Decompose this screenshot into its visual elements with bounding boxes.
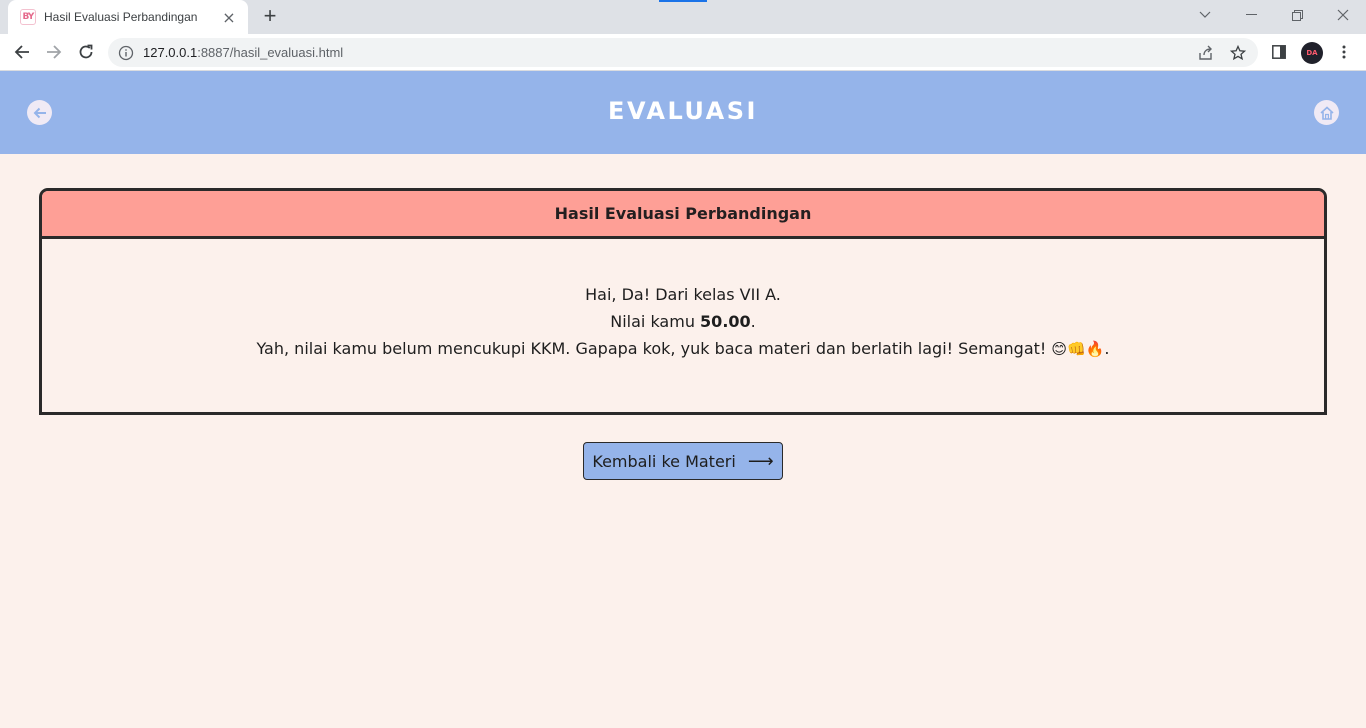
browser-toolbar: 127.0.0.1:8887/hasil_evaluasi.html DA [0,34,1366,71]
browser-tab-bar: BY Hasil Evaluasi Perbandingan × + [0,0,1366,34]
tab-indicator [659,0,707,2]
url-path: :8887/hasil_evaluasi.html [197,45,344,60]
feedback-text: Yah, nilai kamu belum mencukupi KKM. Gap… [256,339,1052,358]
feedback-end: . [1104,339,1110,358]
card-body: Hai, Da! Dari kelas VII A. Nilai kamu 50… [42,239,1324,363]
score-value: 50.00 [700,312,751,331]
new-tab-button[interactable]: + [258,5,282,29]
restore-button[interactable] [1274,0,1320,30]
sidepanel-icon[interactable] [1269,42,1289,62]
tab-search-icon[interactable] [1182,0,1228,30]
share-icon[interactable] [1198,45,1214,61]
score-line: Nilai kamu 50.00. [42,308,1324,335]
result-card: Hasil Evaluasi Perbandingan Hai, Da! Dar… [39,188,1327,415]
info-icon[interactable] [118,45,134,61]
emoji-icons: 😊👊🔥 [1051,340,1105,358]
forward-arrow-icon[interactable] [41,39,67,65]
feedback-message: Yah, nilai kamu belum mencukupi KKM. Gap… [42,335,1324,363]
tab-title: Hasil Evaluasi Perbandingan [44,10,198,24]
score-prefix: Nilai kamu [610,312,701,331]
greeting-text: Hai, Da! Dari kelas VII A. [585,285,781,304]
back-arrow-icon[interactable] [9,39,35,65]
url-host: 127.0.0.1 [143,45,198,60]
page-title: EVALUASI [608,97,758,125]
site-header: EVALUASI [0,71,1366,154]
reload-icon[interactable] [73,39,99,65]
star-icon[interactable] [1230,45,1246,61]
back-to-material-label: Kembali ke Materi [592,451,736,471]
address-bar[interactable]: 127.0.0.1:8887/hasil_evaluasi.html [108,38,1258,67]
close-window-button[interactable] [1320,0,1366,30]
back-to-material-button[interactable]: Kembali ke Materi ⟶ [583,442,783,480]
menu-dots-icon[interactable] [1334,42,1354,62]
favicon-icon: BY [20,9,36,25]
card-title: Hasil Evaluasi Perbandingan [42,191,1324,239]
browser-tab[interactable]: BY Hasil Evaluasi Perbandingan × [8,0,248,34]
home-icon[interactable] [1314,100,1339,125]
minimize-button[interactable] [1228,0,1274,30]
tab-close-icon[interactable]: × [220,8,238,27]
profile-avatar[interactable]: DA [1301,42,1323,64]
url-text: 127.0.0.1:8887/hasil_evaluasi.html [143,45,343,60]
arrow-right-icon: ⟶ [747,450,774,472]
score-suffix: . [750,312,756,331]
